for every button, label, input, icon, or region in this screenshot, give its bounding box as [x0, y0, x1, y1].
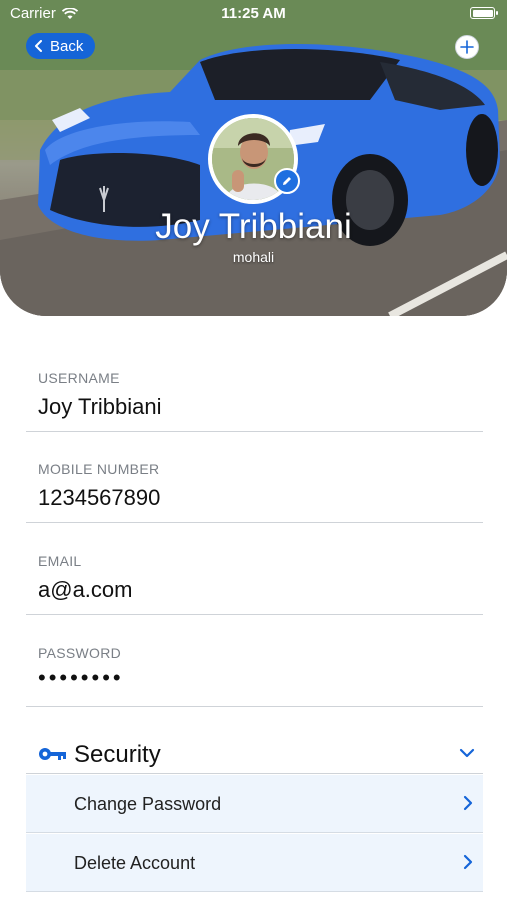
delete-account-label: Delete Account — [74, 853, 196, 873]
edit-avatar-button[interactable] — [274, 168, 300, 194]
username-label: USERNAME — [38, 370, 120, 386]
email-value[interactable]: a@a.com — [38, 577, 132, 603]
status-bar: Carrier 11:25 AM — [0, 0, 507, 28]
password-label: PASSWORD — [38, 645, 122, 661]
plus-icon — [460, 40, 474, 54]
password-value[interactable]: •••••••• — [38, 665, 124, 691]
chevron-right-icon — [463, 854, 473, 870]
chevron-right-icon — [463, 795, 473, 811]
security-section-header[interactable]: Security — [26, 736, 483, 774]
profile-city: mohali — [232, 249, 275, 265]
username-value[interactable]: Joy Tribbiani — [38, 394, 162, 420]
change-password-row[interactable]: Change Password — [26, 775, 483, 833]
mobile-number-label: MOBILE NUMBER — [38, 461, 160, 477]
change-password-label: Change Password — [74, 794, 222, 814]
profile-header: Carrier 11:25 AM Back Joy Tribbiani moha… — [0, 0, 507, 316]
status-time: 11:25 AM — [221, 5, 286, 22]
key-icon — [39, 748, 66, 760]
chevron-down-icon[interactable] — [459, 748, 475, 758]
mobile-number-field[interactable]: MOBILE NUMBER 1234567890 — [26, 461, 483, 523]
back-button[interactable]: Back — [26, 33, 96, 59]
pencil-icon — [283, 177, 291, 185]
profile-name: Joy Tribbiani — [155, 207, 352, 246]
username-field[interactable]: USERNAME Joy Tribbiani — [26, 370, 483, 432]
security-title: Security — [74, 741, 161, 768]
delete-account-row[interactable]: Delete Account — [26, 834, 483, 892]
add-button[interactable] — [455, 35, 479, 59]
email-field[interactable]: EMAIL a@a.com — [26, 553, 483, 615]
battery-icon — [470, 7, 498, 19]
back-label: Back — [50, 37, 84, 55]
password-field[interactable]: PASSWORD •••••••• — [26, 645, 483, 707]
chevron-left-icon — [35, 40, 42, 52]
email-label: EMAIL — [38, 553, 82, 569]
avatar-container[interactable] — [208, 114, 300, 204]
mobile-number-value[interactable]: 1234567890 — [38, 485, 160, 511]
